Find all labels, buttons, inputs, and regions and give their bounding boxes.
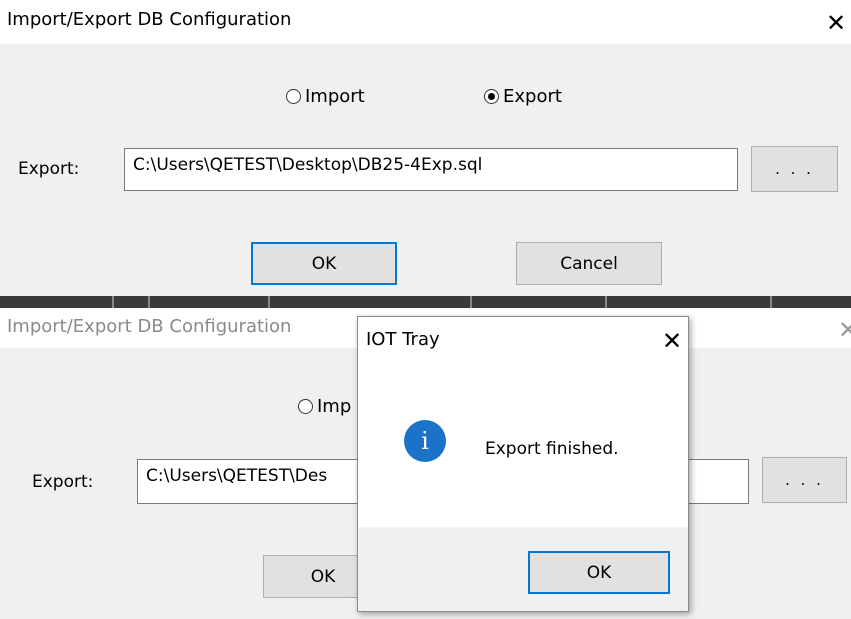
import-radio[interactable]: Imp (298, 396, 351, 417)
message-box-title: IOT Tray (366, 329, 440, 350)
dialog-title: Import/Export DB Configuration (7, 316, 292, 337)
radio-circle-icon (286, 89, 301, 104)
export-radio[interactable]: Export (484, 86, 562, 107)
export-label: Export: (32, 472, 94, 492)
background-strip (0, 296, 851, 308)
info-icon: i (404, 420, 446, 462)
message-box: IOT Tray ✕ i Export finished. OK (357, 316, 689, 612)
import-radio-label: Import (305, 86, 365, 107)
radio-circle-icon (298, 399, 313, 414)
browse-button[interactable]: . . . (751, 146, 838, 192)
import-radio[interactable]: Import (286, 86, 365, 107)
message-ok-button[interactable]: OK (528, 551, 670, 594)
export-path-input[interactable]: C:\Users\QETEST\Desktop\DB25-4Exp.sql (124, 148, 738, 191)
message-box-footer: OK (358, 527, 688, 611)
ok-button[interactable]: OK (251, 242, 397, 285)
title-bar: Import/Export DB Configuration ✕ (0, 0, 851, 44)
import-radio-label: Imp (317, 396, 352, 417)
close-icon[interactable]: ✕ (662, 329, 682, 353)
browse-button[interactable]: . . . (762, 457, 847, 503)
radio-checked-icon (484, 89, 499, 104)
close-icon[interactable]: ✕ (838, 318, 851, 342)
message-text: Export finished. (485, 439, 619, 459)
close-icon[interactable]: ✕ (826, 11, 846, 35)
export-label: Export: (18, 159, 80, 179)
cancel-button[interactable]: Cancel (516, 242, 662, 285)
export-radio-label: Export (503, 86, 562, 107)
import-export-dialog: Import/Export DB Configuration ✕ Import … (0, 0, 851, 296)
dialog-title: Import/Export DB Configuration (7, 9, 292, 30)
